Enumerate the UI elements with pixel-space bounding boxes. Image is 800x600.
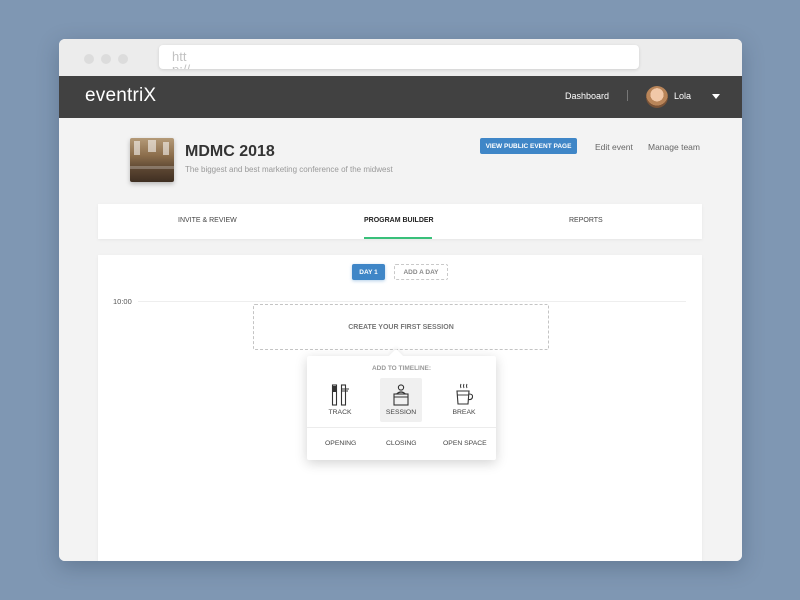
- add-track-option[interactable]: TRACK: [319, 378, 361, 422]
- create-first-session-placeholder[interactable]: CREATE YOUR FIRST SESSION: [253, 304, 549, 350]
- nav-divider: [627, 90, 628, 101]
- app-header: eventriX Dashboard Lola: [59, 76, 742, 118]
- browser-window: http:// eventriX Dashboard Lola MDMC 201…: [59, 39, 742, 561]
- dashboard-link[interactable]: Dashboard: [565, 91, 609, 101]
- podium-icon: [393, 384, 409, 406]
- create-first-session-label: CREATE YOUR FIRST SESSION: [348, 323, 454, 331]
- add-a-day-button[interactable]: ADD A DAY: [394, 264, 448, 280]
- add-closing-option[interactable]: CLOSING: [386, 440, 417, 447]
- user-name[interactable]: Lola: [674, 91, 691, 101]
- day-1-button[interactable]: DAY 1: [352, 264, 385, 280]
- tab-invite-review[interactable]: INVITE & REVIEW: [178, 217, 237, 224]
- event-title: MDMC 2018: [185, 143, 275, 160]
- break-option-label: BREAK: [452, 409, 476, 416]
- session-option-label: SESSION: [385, 409, 417, 416]
- program-builder-panel: DAY 1 ADD A DAY 10:00 CREATE YOUR FIRST …: [98, 255, 702, 561]
- eventrix-logo[interactable]: eventriX: [85, 85, 156, 107]
- address-bar-text: http://: [172, 49, 190, 69]
- add-break-option[interactable]: BREAK: [443, 378, 485, 422]
- event-thumbnail: [130, 138, 174, 182]
- active-tab-indicator: [364, 237, 432, 239]
- event-subtitle: The biggest and best marketing conferenc…: [185, 165, 393, 174]
- timeline-gridline: [138, 301, 686, 302]
- time-label: 10:00: [113, 297, 132, 306]
- add-to-timeline-popover: ADD TO TIMELINE: TRACK SESSION BREAK OPE…: [307, 348, 496, 460]
- address-bar[interactable]: http://: [159, 45, 639, 69]
- add-open-space-option[interactable]: OPEN SPACE: [443, 440, 487, 447]
- popover-arrow: [388, 348, 404, 364]
- event-tabs: INVITE & REVIEW PROGRAM BUILDER REPORTS: [98, 204, 702, 239]
- manage-team-link[interactable]: Manage team: [648, 142, 700, 152]
- chevron-down-icon[interactable]: [712, 94, 720, 99]
- add-opening-option[interactable]: OPENING: [325, 440, 356, 447]
- tab-reports[interactable]: REPORTS: [569, 217, 603, 224]
- main-content: MDMC 2018 The biggest and best marketing…: [59, 118, 742, 561]
- popover-title: ADD TO TIMELINE:: [371, 365, 432, 372]
- add-session-option[interactable]: SESSION: [380, 378, 422, 422]
- window-maximize-dot[interactable]: [118, 54, 128, 64]
- coffee-cup-icon: [456, 383, 474, 405]
- browser-chrome: http://: [59, 39, 742, 76]
- window-minimize-dot[interactable]: [101, 54, 111, 64]
- view-public-event-page-button[interactable]: VIEW PUBLIC EVENT PAGE: [480, 138, 577, 154]
- track-option-label: TRACK: [328, 409, 352, 416]
- popover-divider: [307, 427, 496, 428]
- edit-event-link[interactable]: Edit event: [595, 142, 633, 152]
- track-icon: [331, 384, 349, 406]
- user-avatar[interactable]: [646, 86, 668, 108]
- tab-program-builder[interactable]: PROGRAM BUILDER: [364, 217, 434, 224]
- window-close-dot[interactable]: [84, 54, 94, 64]
